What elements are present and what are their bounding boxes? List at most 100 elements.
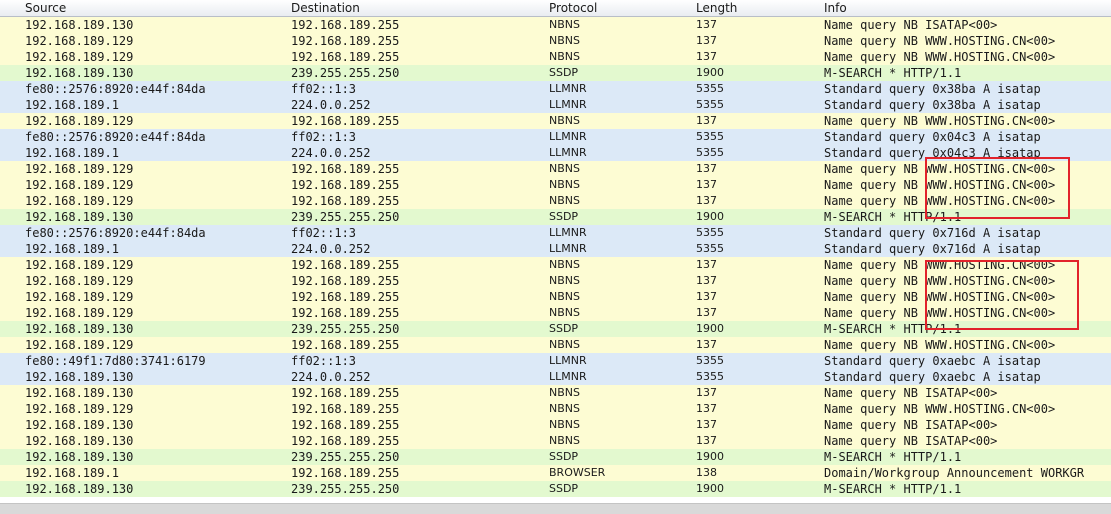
packet-row[interactable]: 192.168.189.1 192.168.189.255 BROWSER 138 Do… [0,465,1111,481]
cell-destination: 192.168.189.255 [291,338,400,352]
packet-row[interactable]: 192.168.189.129 192.168.189.255 NBNS 137 Nam… [0,401,1111,417]
packet-row[interactable]: fe80::2576:8920:e44f:84da ff02::1:3 LLMNR 5… [0,81,1111,97]
packet-row[interactable]: fe80::49f1:7d80:3741:6179 ff02::1:3 LLMNR 5… [0,353,1111,369]
cell-source: fe80::2576:8920:e44f:84da [25,82,206,96]
cell-protocol: NBNS [549,50,580,63]
packet-row[interactable]: 192.168.189.1 224.0.0.252 LLMNR 5355 Standar… [0,241,1111,257]
cell-length: 5355 [696,130,724,143]
cell-protocol: NBNS [549,306,580,319]
cell-source: fe80::2576:8920:e44f:84da [25,226,206,240]
cell-destination: 192.168.189.255 [291,466,400,480]
packet-row[interactable]: 192.168.189.130 192.168.189.255 NBNS 137 Nam… [0,17,1111,33]
cell-info: Name query NB ISATAP<00> [824,418,998,432]
cell-length: 137 [696,18,717,31]
cell-source: 192.168.189.129 [25,162,134,176]
cell-length: 137 [696,178,717,191]
cell-source: 192.168.189.130 [25,370,134,384]
cell-protocol: LLMNR [549,98,587,111]
cell-length: 137 [696,290,717,303]
packet-row[interactable]: 192.168.189.130 239.255.255.250 SSDP 1900 M-… [0,65,1111,81]
packet-row[interactable]: 192.168.189.129 192.168.189.255 NBNS 137 Nam… [0,161,1111,177]
packet-row[interactable]: 192.168.189.1 224.0.0.252 LLMNR 5355 Standar… [0,97,1111,113]
packet-row[interactable]: 192.168.189.130 239.255.255.250 SSDP 1900 M-… [0,449,1111,465]
cell-source: 192.168.189.129 [25,338,134,352]
packet-row[interactable]: 192.168.189.130 192.168.189.255 NBNS 137 Nam… [0,417,1111,433]
column-header-source[interactable]: Source [25,0,66,16]
cell-destination: 192.168.189.255 [291,290,400,304]
cell-protocol: NBNS [549,178,580,191]
packet-row[interactable]: 192.168.189.130 239.255.255.250 SSDP 1900 M-… [0,481,1111,497]
cell-info: Standard query 0x38ba A isatap [824,82,1041,96]
cell-source: 192.168.189.129 [25,274,134,288]
cell-destination: ff02::1:3 [291,82,357,96]
cell-destination: 239.255.255.250 [291,322,400,336]
cell-source: 192.168.189.1 [25,466,119,480]
cell-info: M-SEARCH * HTTP/1.1 [824,210,962,224]
column-header-protocol[interactable]: Protocol [549,0,597,16]
cell-length: 137 [696,338,717,351]
cell-source: 192.168.189.130 [25,322,134,336]
cell-length: 5355 [696,370,724,383]
cell-protocol: NBNS [549,402,580,415]
cell-length: 137 [696,386,717,399]
cell-destination: 224.0.0.252 [291,242,371,256]
cell-protocol: NBNS [549,162,580,175]
cell-info: Name query NB WWW.HOSTING.CN<00> [824,34,1056,48]
packet-row[interactable]: 192.168.189.130 239.255.255.250 SSDP 1900 M-… [0,321,1111,337]
cell-info: Name query NB WWW.HOSTING.CN<00> [824,258,1056,272]
cell-protocol: SSDP [549,482,579,495]
cell-protocol: NBNS [549,274,580,287]
packet-row[interactable]: 192.168.189.129 192.168.189.255 NBNS 137 Nam… [0,177,1111,193]
cell-protocol: NBNS [549,194,580,207]
packet-row[interactable]: 192.168.189.130 192.168.189.255 NBNS 137 Nam… [0,385,1111,401]
cell-length: 1900 [696,210,724,223]
cell-source: 192.168.189.129 [25,306,134,320]
packet-row[interactable]: 192.168.189.130 192.168.189.255 NBNS 137 Nam… [0,433,1111,449]
cell-info: M-SEARCH * HTTP/1.1 [824,482,962,496]
packet-row[interactable]: 192.168.189.130 239.255.255.250 SSDP 1900 M-… [0,209,1111,225]
cell-length: 137 [696,50,717,63]
packet-row[interactable]: 192.168.189.129 192.168.189.255 NBNS 137 Nam… [0,257,1111,273]
cell-source: 192.168.189.1 [25,242,119,256]
cell-protocol: SSDP [549,66,579,79]
packet-row[interactable]: 192.168.189.129 192.168.189.255 NBNS 137 Nam… [0,193,1111,209]
cell-source: 192.168.189.130 [25,450,134,464]
cell-info: Standard query 0xaebc A isatap [824,354,1041,368]
column-header-info[interactable]: Info [824,0,847,16]
packet-row[interactable]: 192.168.189.1 224.0.0.252 LLMNR 5355 Standar… [0,145,1111,161]
cell-info: Name query NB WWW.HOSTING.CN<00> [824,114,1056,128]
packet-row[interactable]: fe80::2576:8920:e44f:84da ff02::1:3 LLMNR 5… [0,129,1111,145]
cell-destination: 192.168.189.255 [291,306,400,320]
packet-row[interactable]: 192.168.189.129 192.168.189.255 NBNS 137 Nam… [0,273,1111,289]
cell-destination: 192.168.189.255 [291,18,400,32]
packet-row[interactable]: fe80::2576:8920:e44f:84da ff02::1:3 LLMNR 5… [0,225,1111,241]
cell-info: Name query NB WWW.HOSTING.CN<00> [824,178,1056,192]
cell-protocol: NBNS [549,34,580,47]
cell-protocol: NBNS [549,418,580,431]
packet-row[interactable]: 192.168.189.129 192.168.189.255 NBNS 137 Nam… [0,49,1111,65]
cell-info: Name query NB WWW.HOSTING.CN<00> [824,338,1056,352]
cell-destination: 192.168.189.255 [291,162,400,176]
cell-destination: 224.0.0.252 [291,98,371,112]
packet-row[interactable]: 192.168.189.129 192.168.189.255 NBNS 137 Nam… [0,113,1111,129]
cell-length: 5355 [696,82,724,95]
column-header-destination[interactable]: Destination [291,0,360,16]
cell-source: 192.168.189.130 [25,18,134,32]
packet-row[interactable]: 192.168.189.129 192.168.189.255 NBNS 137 Nam… [0,337,1111,353]
cell-info: Name query NB ISATAP<00> [824,386,998,400]
cell-destination: 192.168.189.255 [291,274,400,288]
cell-length: 137 [696,194,717,207]
cell-info: Standard query 0xaebc A isatap [824,370,1041,384]
cell-info: M-SEARCH * HTTP/1.1 [824,450,962,464]
packet-row[interactable]: 192.168.189.129 192.168.189.255 NBNS 137 Nam… [0,33,1111,49]
packet-row[interactable]: 192.168.189.129 192.168.189.255 NBNS 137 Nam… [0,305,1111,321]
column-header-length[interactable]: Length [696,0,737,16]
packet-row[interactable]: 192.168.189.129 192.168.189.255 NBNS 137 Nam… [0,289,1111,305]
cell-info: M-SEARCH * HTTP/1.1 [824,322,962,336]
cell-protocol: NBNS [549,18,580,31]
cell-protocol: LLMNR [549,242,587,255]
packet-row[interactable]: 192.168.189.130 224.0.0.252 LLMNR 5355 Stand… [0,369,1111,385]
cell-source: 192.168.189.129 [25,114,134,128]
horizontal-scrollbar[interactable] [0,503,1111,514]
cell-destination: ff02::1:3 [291,130,357,144]
